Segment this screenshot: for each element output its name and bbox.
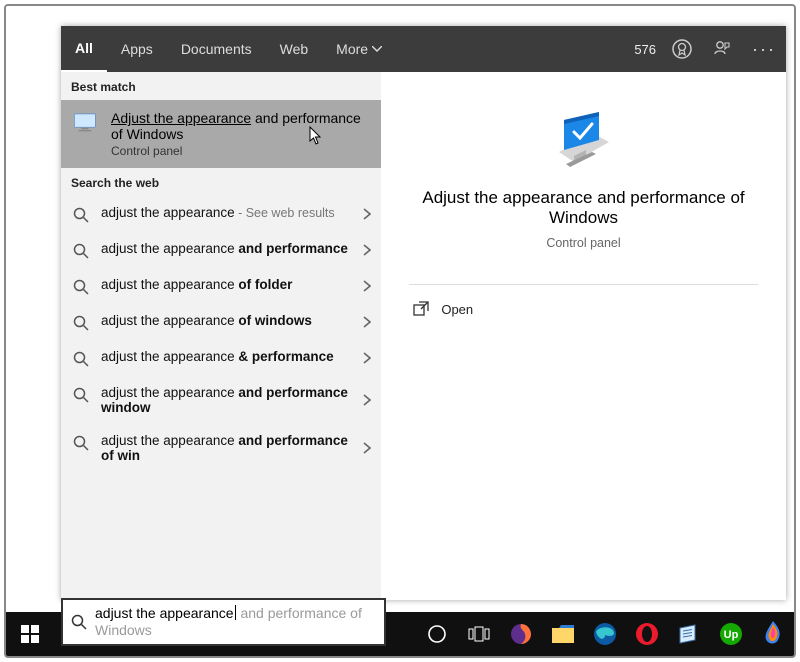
search-icon	[73, 207, 89, 223]
web-result-0[interactable]: adjust the appearance - See web results	[61, 196, 381, 232]
chevron-right-icon	[363, 394, 371, 406]
flame-icon	[764, 621, 782, 647]
windows-logo-icon	[21, 625, 39, 643]
tab-all[interactable]: All	[61, 26, 107, 72]
rewards-points: 576	[634, 42, 656, 57]
opera-icon	[635, 622, 659, 646]
firefox-icon	[509, 622, 533, 646]
web-result-text: adjust the appearance of folder	[101, 277, 369, 292]
web-results-list: adjust the appearance - See web results a…	[61, 196, 381, 600]
chevron-right-icon	[363, 208, 371, 220]
best-match-label: Best match	[61, 72, 381, 100]
results-column: Best match Adjust the appearance and per…	[61, 72, 381, 600]
mouse-cursor-icon	[309, 126, 323, 146]
search-icon	[73, 351, 89, 367]
tab-more-label: More	[336, 41, 368, 57]
best-match-title: Adjust the appearance and performance of…	[111, 110, 369, 142]
preview-column: Adjust the appearance and performance of…	[381, 72, 786, 600]
monitor-check-icon	[544, 112, 624, 172]
edge-icon	[593, 622, 617, 646]
search-input[interactable]: adjust the appearance and performance of…	[61, 598, 386, 646]
taskbar-file-explorer-icon[interactable]	[545, 616, 581, 652]
search-icon	[73, 387, 89, 403]
taskbar-upwork-icon[interactable]: Up	[713, 616, 749, 652]
tab-documents[interactable]: Documents	[167, 26, 266, 72]
chevron-right-icon	[363, 316, 371, 328]
chevron-right-icon	[363, 244, 371, 256]
web-result-text: adjust the appearance and performance of…	[101, 433, 369, 463]
open-label: Open	[441, 302, 473, 317]
folder-icon	[551, 624, 575, 644]
circle-icon	[427, 624, 447, 644]
open-icon	[413, 301, 429, 317]
taskbar-edge-icon[interactable]	[587, 616, 623, 652]
search-web-label: Search the web	[61, 168, 381, 196]
open-action[interactable]: Open	[409, 285, 757, 333]
web-result-text: adjust the appearance - See web results	[101, 205, 369, 220]
preview-title: Adjust the appearance and performance of…	[381, 188, 786, 228]
search-icon	[73, 315, 89, 331]
taskbar-opera-icon[interactable]	[629, 616, 665, 652]
search-icon	[71, 614, 87, 630]
web-result-text: adjust the appearance and performance wi…	[101, 385, 369, 415]
tab-apps[interactable]: Apps	[107, 26, 167, 72]
best-match-subtitle: Control panel	[111, 144, 369, 158]
tab-web[interactable]: Web	[266, 26, 323, 72]
taskbar-cortana-icon[interactable]	[419, 616, 455, 652]
start-button[interactable]	[6, 612, 54, 656]
tab-more[interactable]: More	[322, 26, 396, 72]
rewards-medal-icon[interactable]	[668, 35, 696, 63]
notepad-icon	[677, 623, 701, 645]
web-result-4[interactable]: adjust the appearance & performance	[61, 340, 381, 376]
monitor-icon	[73, 112, 101, 134]
taskbar-notepad-icon[interactable]	[671, 616, 707, 652]
web-result-text: adjust the appearance & performance	[101, 349, 369, 364]
preview-subtitle: Control panel	[546, 236, 620, 250]
web-result-1[interactable]: adjust the appearance and performance	[61, 232, 381, 268]
window-frame: All Apps Documents Web More 576 ··· Best…	[4, 4, 796, 658]
taskbar-flame-icon[interactable]	[755, 616, 791, 652]
search-query-text: adjust the appearance and performance of…	[95, 605, 376, 639]
feedback-icon[interactable]	[708, 35, 736, 63]
options-ellipsis-icon[interactable]: ···	[742, 39, 786, 60]
web-result-text: adjust the appearance and performance	[101, 241, 369, 256]
best-match-result[interactable]: Adjust the appearance and performance of…	[61, 100, 381, 168]
web-result-5[interactable]: adjust the appearance and performance wi…	[61, 376, 381, 424]
web-result-6[interactable]: adjust the appearance and performance of…	[61, 424, 381, 472]
web-result-2[interactable]: adjust the appearance of folder	[61, 268, 381, 304]
search-icon	[73, 243, 89, 259]
chevron-down-icon	[372, 46, 382, 52]
search-icon	[73, 279, 89, 295]
chevron-right-icon	[363, 442, 371, 454]
search-tabbar: All Apps Documents Web More 576 ···	[61, 26, 786, 72]
svg-text:Up: Up	[724, 629, 739, 641]
chevron-right-icon	[363, 280, 371, 292]
upwork-icon: Up	[719, 622, 743, 646]
start-search-panel: All Apps Documents Web More 576 ··· Best…	[61, 26, 786, 600]
web-result-3[interactable]: adjust the appearance of windows	[61, 304, 381, 340]
taskview-icon	[468, 626, 490, 642]
taskbar-firefox-icon[interactable]	[503, 616, 539, 652]
chevron-right-icon	[363, 352, 371, 364]
taskbar-taskview-icon[interactable]	[461, 616, 497, 652]
web-result-text: adjust the appearance of windows	[101, 313, 369, 328]
search-icon	[73, 435, 89, 451]
